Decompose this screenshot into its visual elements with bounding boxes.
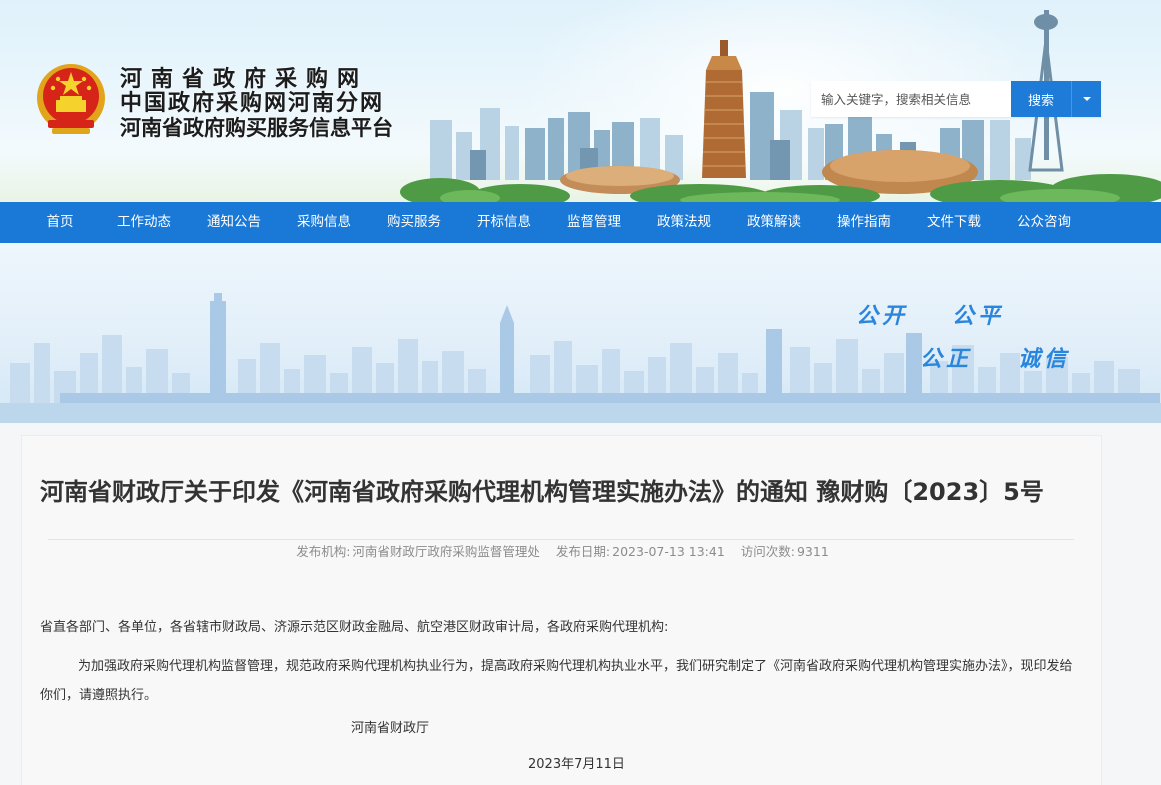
nav-item-guide[interactable]: 操作指南 [826,202,902,243]
nav-item-policies[interactable]: 政策法规 [646,202,722,243]
nav-item-downloads[interactable]: 文件下载 [916,202,992,243]
main-nav: 首页 工作动态 通知公告 采购信息 购买服务 开标信息 监督管理 政策法规 政策… [0,202,1161,243]
signature-date: 2023年7月11日 [528,757,625,772]
nav-item-home[interactable]: 首页 [30,202,90,243]
title-divider [48,539,1074,540]
slogan-just: 公正 [920,347,973,372]
article-salutation: 省直各部门、各单位，各省辖市财政局、济源示范区财政金融局、航空港区财政审计局，各… [40,620,669,635]
article-panel: 河南省财政厅关于印发《河南省政府采购代理机构管理实施办法》的通知 豫财购〔202… [21,435,1102,785]
nav-item-public-consultation[interactable]: 公众咨询 [1006,202,1082,243]
search-input[interactable] [811,81,1011,117]
slogan-open: 公开 [856,304,909,329]
nav-item-notices[interactable]: 通知公告 [196,202,272,243]
nav-item-supervision[interactable]: 监督管理 [556,202,632,243]
national-emblem-icon [37,64,105,134]
article-title: 河南省财政厅关于印发《河南省政府采购代理机构管理实施办法》的通知 豫财购〔202… [40,478,1044,506]
article-paragraph: 为加强政府采购代理机构监督管理，规范政府采购代理机构执业行为，提高政府采购代理机… [40,659,1073,703]
site-title-secondary: 中国政府采购网河南分网 [120,91,385,116]
search-dropdown-toggle[interactable] [1071,81,1101,117]
meta-publisher: 发布机构: 河南省财政厅政府采购监督管理处 [296,544,540,559]
meta-date-label: 发布日期: [555,544,611,559]
meta-date: 发布日期: 2023-07-13 13:41 [556,544,725,559]
slogan-fair: 公平 [952,304,1005,329]
slogan-banner: 公开 公平 公正 诚信 [0,243,1161,423]
search-box: 搜索 [811,81,1101,117]
signature-org: 河南省财政厅 [351,721,430,736]
meta-publisher-label: 发布机构: [296,544,351,559]
nav-item-work-news[interactable]: 工作动态 [106,202,182,243]
meta-views-value: 9311 [796,544,829,559]
light-skyline-illustration [0,293,1161,423]
meta-date-value: 2023-07-13 13:41 [612,544,725,559]
search-button[interactable]: 搜索 [1011,81,1071,117]
nav-item-bid-opening[interactable]: 开标信息 [466,202,542,243]
meta-views-label: 访问次数: [740,544,795,559]
site-header: 河南省政府采购网 中国政府采购网河南分网 河南省政府购买服务信息平台 搜索 [0,0,1161,202]
nav-item-policy-interpretation[interactable]: 政策解读 [736,202,812,243]
caret-down-icon [1082,97,1091,101]
nav-item-purchase-services[interactable]: 购买服务 [376,202,452,243]
site-titles: 河南省政府采购网 中国政府采购网河南分网 河南省政府购买服务信息平台 [120,67,393,141]
slogan-integrity: 诚信 [1018,347,1071,372]
article-meta: 发布机构: 河南省财政厅政府采购监督管理处 发布日期: 2023-07-13 13:… [22,541,1103,560]
nav-item-procurement-info[interactable]: 采购信息 [286,202,362,243]
site-title-tertiary: 河南省政府购买服务信息平台 [120,116,393,140]
meta-publisher-value: 河南省财政厅政府采购监督管理处 [352,544,540,559]
meta-views: 访问次数: 9311 [741,544,829,559]
site-title-primary: 河南省政府采购网 [120,67,369,92]
